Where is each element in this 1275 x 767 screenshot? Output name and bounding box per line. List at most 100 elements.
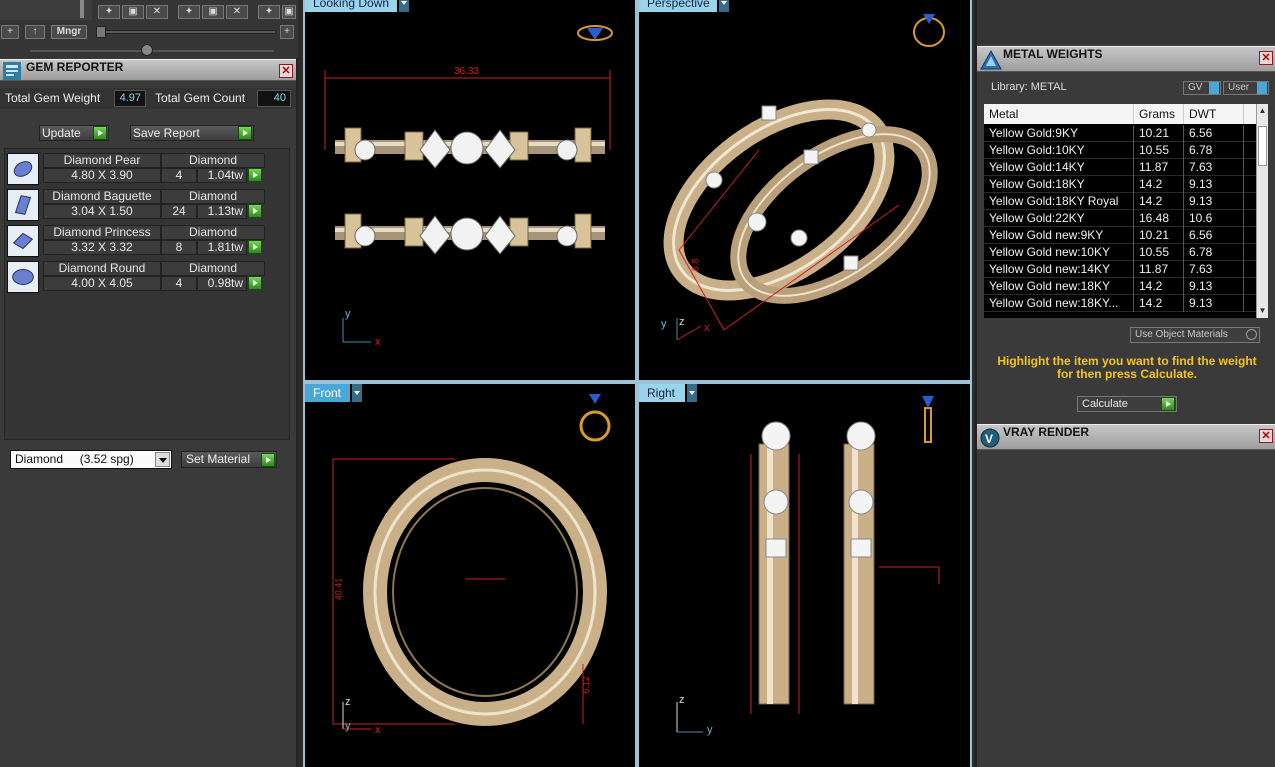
up-button[interactable]: ↑ — [25, 25, 45, 39]
viewport-area: Looking Down 36.33 y x Perspective 6.8 z… — [303, 0, 972, 767]
dimension-label: 6.8 — [690, 258, 701, 272]
grams-cell: 14.2 — [1134, 176, 1184, 193]
toolbar-slider[interactable] — [96, 30, 276, 34]
table-row[interactable]: Yellow Gold new:9KY 10.21 6.56 — [984, 227, 1256, 244]
table-row[interactable]: Yellow Gold new:14KY 11.87 7.63 — [984, 261, 1256, 278]
material-select-value: Diamond (3.52 spg) — [15, 452, 134, 466]
axis-label-x: x — [375, 724, 381, 736]
gem-count: 8 — [161, 240, 197, 255]
scroll-down-icon[interactable]: ▼ — [1258, 306, 1267, 315]
total-gem-count-label: Total Gem Count — [155, 91, 246, 105]
scroll-up-icon[interactable]: ▲ — [1258, 106, 1267, 115]
table-row[interactable]: Yellow Gold:22KY 16.48 10.6 — [984, 210, 1256, 227]
move-icon-3[interactable]: ✦ — [258, 5, 280, 19]
gem-weight: 1.04tw — [197, 168, 247, 183]
chevron-down-icon[interactable] — [155, 452, 170, 467]
set-material-go-icon[interactable] — [261, 453, 275, 467]
total-gem-count-value: 40 — [257, 90, 291, 107]
metal-name-cell: Yellow Gold new:14KY — [984, 261, 1134, 278]
move-icon[interactable]: ✦ — [98, 5, 120, 19]
move-icon-2[interactable]: ✦ — [178, 5, 200, 19]
save-icon[interactable]: ▣ — [122, 5, 144, 19]
gv-button[interactable]: GV — [1183, 81, 1221, 95]
viewport-looking-down[interactable]: Looking Down 36.33 y x — [305, 0, 635, 380]
table-row[interactable]: Yellow Gold new:18KY 14.2 9.13 — [984, 278, 1256, 295]
set-material-button[interactable]: Set Material — [181, 451, 277, 468]
gem-select-go-icon[interactable] — [248, 240, 262, 254]
gem-row[interactable]: Diamond Pear Diamond 4.80 X 3.90 4 1.04t… — [5, 153, 291, 187]
grams-cell: 10.21 — [1134, 125, 1184, 142]
column-header-metal[interactable]: Metal — [984, 104, 1134, 124]
gem-select-go-icon[interactable] — [248, 204, 262, 218]
update-go-icon[interactable] — [93, 126, 107, 140]
axis-label-y: y — [345, 308, 351, 320]
gem-material: Diamond — [161, 261, 265, 276]
grams-cell: 11.87 — [1134, 261, 1184, 278]
table-row[interactable]: Yellow Gold:14KY 11.87 7.63 — [984, 159, 1256, 176]
add-slot-button[interactable]: + — [280, 25, 294, 39]
info-text: Highlight the item you want to find the … — [997, 354, 1257, 381]
table-row[interactable]: Yellow Gold:18KY 14.2 9.13 — [984, 176, 1256, 193]
viewport-perspective[interactable]: Perspective 6.8 z x y — [639, 0, 970, 380]
calculate-go-icon[interactable] — [1161, 397, 1175, 411]
toolbar-slider-handle[interactable] — [96, 26, 106, 38]
delete-icon-2[interactable]: ✕ — [226, 5, 248, 19]
table-row[interactable]: Yellow Gold:18KY Royal 14.2 9.13 — [984, 193, 1256, 210]
metal-name-cell: Yellow Gold:14KY — [984, 159, 1134, 176]
metal-weights-title: METAL WEIGHTS — [1003, 47, 1103, 61]
gem-select-go-icon[interactable] — [248, 168, 262, 182]
right-drawing — [676, 396, 940, 733]
save-report-button[interactable]: Save Report — [130, 125, 254, 141]
column-header-grams[interactable]: Grams — [1134, 104, 1184, 124]
radio-icon[interactable] — [1246, 329, 1257, 340]
dwt-cell: 9.13 — [1184, 193, 1244, 210]
table-row[interactable]: Yellow Gold new:18KY... 14.2 9.13 — [984, 295, 1256, 312]
collapse-knob-icon[interactable] — [141, 44, 153, 56]
vray-render-title: VRAY RENDER — [1003, 425, 1090, 439]
table-row[interactable]: Yellow Gold new:10KY 10.55 6.78 — [984, 244, 1256, 261]
metal-table-body: Yellow Gold:9KY 10.21 6.56 Yellow Gold:1… — [984, 125, 1256, 318]
grams-cell: 16.48 — [1134, 210, 1184, 227]
gem-name: Diamond Round — [43, 261, 161, 276]
metal-weights-logo-icon — [980, 50, 1002, 70]
gem-name: Diamond Princess — [43, 225, 161, 240]
gem-reporter-close-icon[interactable]: ✕ — [279, 64, 293, 78]
toolbar-scroll-handle[interactable] — [80, 0, 84, 18]
update-button[interactable]: Update — [39, 125, 109, 141]
table-row[interactable]: Yellow Gold:9KY 10.21 6.56 — [984, 125, 1256, 142]
gem-row[interactable]: Diamond Round Diamond 4.00 X 4.05 4 0.98… — [5, 261, 291, 295]
left-panel: ✦ ▣ ✕ ✦ ▣ ✕ ✦ ▣ + ↑ Mngr + GEM REPORTER … — [0, 0, 298, 767]
metal-weights-close-icon[interactable]: ✕ — [1259, 51, 1273, 65]
save-icon-3[interactable]: ▣ — [282, 5, 296, 19]
gem-reporter-header: GEM REPORTER — [0, 59, 296, 81]
use-object-materials-toggle[interactable]: Use Object Materials — [1130, 327, 1260, 343]
metal-weights-header: METAL WEIGHTS — [977, 46, 1275, 72]
save-report-go-icon[interactable] — [238, 126, 252, 140]
scroll-thumb[interactable] — [1258, 126, 1267, 166]
gem-name: Diamond Baguette — [43, 189, 161, 204]
table-row[interactable]: Yellow Gold:10KY 10.55 6.78 — [984, 142, 1256, 159]
grams-cell: 14.2 — [1134, 193, 1184, 210]
save-icon-2[interactable]: ▣ — [202, 5, 224, 19]
dwt-cell: 9.13 — [1184, 278, 1244, 295]
gem-size: 3.32 X 3.32 — [43, 240, 161, 255]
user-indicator-icon — [1257, 82, 1267, 94]
metal-name-cell: Yellow Gold new:10KY — [984, 244, 1134, 261]
add-button[interactable]: + — [1, 25, 19, 39]
material-select[interactable]: Diamond (3.52 spg) — [10, 450, 172, 469]
library-label: Library: METAL — [991, 81, 1067, 93]
viewport-front[interactable]: Front 40.41 6.12 z x y — [305, 384, 635, 767]
dimension-label: 40.41 — [333, 577, 344, 601]
viewport-right[interactable]: Right z y — [639, 384, 970, 767]
delete-icon[interactable]: ✕ — [146, 5, 168, 19]
user-button[interactable]: User — [1223, 81, 1269, 95]
vray-render-close-icon[interactable]: ✕ — [1259, 429, 1273, 443]
baguette-gem-icon — [7, 189, 39, 221]
gem-select-go-icon[interactable] — [248, 276, 262, 290]
column-header-dwt[interactable]: DWT — [1184, 104, 1244, 124]
calculate-button[interactable]: Calculate — [1077, 396, 1177, 412]
table-scrollbar[interactable]: ▲ ▼ — [1256, 104, 1268, 318]
manager-button[interactable]: Mngr — [51, 25, 87, 39]
gem-row[interactable]: Diamond Baguette Diamond 3.04 X 1.50 24 … — [5, 189, 291, 223]
gem-row[interactable]: Diamond Princess Diamond 3.32 X 3.32 8 1… — [5, 225, 291, 259]
